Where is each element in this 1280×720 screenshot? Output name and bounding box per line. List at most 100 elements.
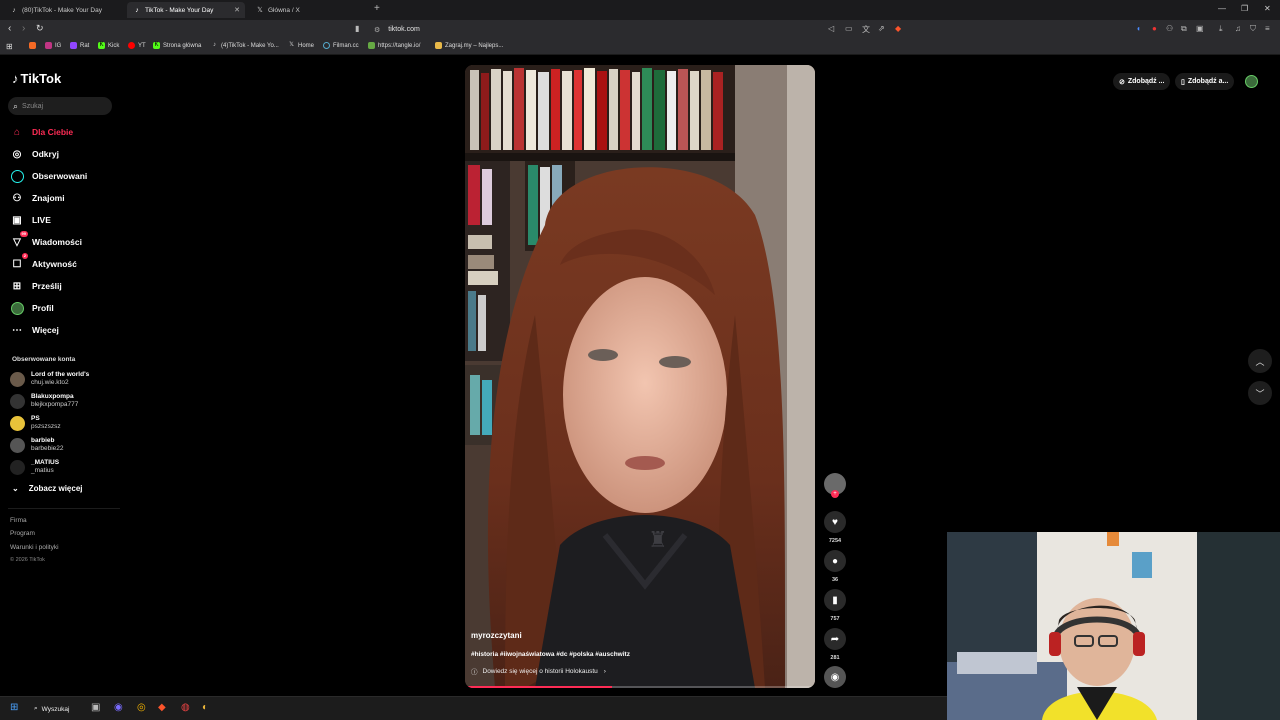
bookmark-item[interactable]: Filman.cc xyxy=(323,42,359,49)
bookmark-icon[interactable]: ▮ xyxy=(355,24,359,33)
app-icon[interactable]: ◉ xyxy=(114,702,123,713)
nav-przeslij[interactable]: ⊞ Prześlij xyxy=(10,279,62,293)
extension-icon[interactable]: ● xyxy=(1152,24,1157,33)
bookmark-item[interactable]: K Kick xyxy=(98,42,119,49)
bookmark-item[interactable]: YT xyxy=(128,42,146,49)
like-button[interactable]: ♥ 7254 xyxy=(824,511,846,544)
get-coins-button[interactable]: ⊘ Zdobądź ... xyxy=(1113,73,1171,90)
footer-link[interactable]: Warunki i polityki xyxy=(10,544,59,551)
bookmark-item[interactable]: https://tangle.io/ xyxy=(368,42,420,49)
next-video-button[interactable]: ﹀ xyxy=(1248,381,1272,405)
extension-icon[interactable]: ◖ xyxy=(1136,24,1141,33)
bookmark-item[interactable] xyxy=(29,42,39,49)
brave-icon[interactable]: ◆ xyxy=(158,702,166,713)
download-icon[interactable]: ⤓ xyxy=(1219,24,1223,34)
app-icon[interactable]: ◍ xyxy=(181,702,190,713)
nav-profil[interactable]: Profil xyxy=(10,301,54,315)
previous-video-button[interactable]: ︿ xyxy=(1248,349,1272,373)
x-logo-icon: 𝕏 xyxy=(289,42,294,48)
url-field[interactable]: ⚙ tiktok.com xyxy=(368,23,908,36)
extension-icon[interactable]: ⚇ xyxy=(1166,24,1173,33)
footer-link[interactable]: Firma xyxy=(10,517,27,524)
extensions-puzzle-icon[interactable]: ⧉ xyxy=(1181,24,1187,34)
profile-avatar[interactable] xyxy=(1245,75,1258,88)
browser-tab-active[interactable]: ♪ TikTok - Make Your Day ✕ xyxy=(127,2,245,18)
browser-tab[interactable]: 𝕏 Główna / X xyxy=(250,2,370,18)
copyright: © 2026 TikTok xyxy=(10,557,45,563)
chevron-down-icon: ﹀ xyxy=(1255,388,1265,399)
back-icon[interactable]: ‹ xyxy=(8,23,11,34)
brave-shield-icon[interactable]: ◆ xyxy=(895,24,901,33)
browser-tab[interactable]: ♪ (80)TikTok - Make Your Day xyxy=(4,2,124,18)
video-player[interactable]: ♜ myrozczytani #historia #iiwojnaświatow… xyxy=(465,65,815,688)
see-more-button[interactable]: ⌄ Zobacz więcej xyxy=(12,484,83,493)
tangle-icon xyxy=(368,42,375,49)
translate-icon[interactable]: 文 xyxy=(862,24,870,35)
nav-znajomi[interactable]: ⚇ Znajomi xyxy=(10,191,65,205)
bookmark-item[interactable]: K Strona główna xyxy=(153,42,201,49)
vpn-icon[interactable]: ⛉ xyxy=(1250,24,1256,34)
cast-icon[interactable]: ▭ xyxy=(845,24,853,33)
close-window-icon[interactable]: ✕ xyxy=(1264,4,1271,13)
following-icon xyxy=(10,169,24,183)
followed-account[interactable]: PS pszszszsz xyxy=(10,415,61,431)
nav-aktywnosc[interactable]: ☐ 2 Aktywność xyxy=(10,253,77,271)
windows-start-icon[interactable]: ⊞ xyxy=(10,702,18,713)
bookmark-item[interactable]: Zagraj.my – Najleps... xyxy=(435,42,503,49)
comment-button[interactable]: ● 36 xyxy=(824,550,846,583)
footer-link[interactable]: Program xyxy=(10,530,35,537)
music-disc[interactable]: ◉ xyxy=(824,666,846,688)
sidebar-icon[interactable]: ▣ xyxy=(1196,24,1204,33)
windows-taskbar: ⊞ ⌕ Wyszukaj ▣ ◉ ◎ ◆ ◍ ◐ xyxy=(0,696,947,720)
forward-icon[interactable]: › xyxy=(22,23,25,34)
task-view-icon[interactable]: ▣ xyxy=(91,702,100,713)
bookmarks-bar: ⊞ IG Rat K Kick YT K Strona główna ♪ (4)Tik… xyxy=(0,39,1280,55)
mute-icon[interactable]: ◁ xyxy=(828,24,834,33)
heart-icon: ♥ xyxy=(824,511,846,533)
tiktok-logo[interactable]: ♪ TikTok xyxy=(12,71,61,86)
share-button[interactable]: ➦ 281 xyxy=(824,628,846,661)
save-button[interactable]: ▮ 757 xyxy=(824,589,846,622)
app-icon[interactable]: ◐ xyxy=(202,702,208,713)
nav-live[interactable]: ▣ LIVE xyxy=(10,213,51,227)
video-username[interactable]: myrozczytani xyxy=(471,631,522,640)
close-tab-icon[interactable]: ✕ xyxy=(234,6,240,14)
creator-avatar[interactable]: + xyxy=(824,473,846,498)
search-input[interactable]: ⌕ Szukaj xyxy=(8,97,112,115)
info-link[interactable]: ⓘ Dowiedz się więcej o historii Holokaus… xyxy=(471,666,606,677)
apps-grid-icon[interactable]: ⊞ xyxy=(6,42,13,51)
share-icon[interactable]: ⇗ xyxy=(878,24,885,33)
nav-odkryj[interactable]: ◎ Odkryj xyxy=(10,147,59,161)
followed-account[interactable]: Lord of the world's chuj.wie.kto2 xyxy=(10,371,89,387)
bookmark-item[interactable]: 𝕏 Home xyxy=(288,42,314,49)
video-progress-bar[interactable] xyxy=(465,686,815,688)
followed-account[interactable]: barbieb barbebie22 xyxy=(10,437,64,453)
nav-obserwowani[interactable]: Obserwowani xyxy=(10,169,87,183)
followed-account[interactable]: Blakuxpompa blejkxpompa777 xyxy=(10,393,78,409)
taskbar-search[interactable]: ⌕ Wyszukaj xyxy=(34,701,69,717)
search-icon: ⌕ xyxy=(13,100,19,111)
nav-wiadomosci[interactable]: ▽ 99 Wiadomości xyxy=(10,231,82,249)
get-app-button[interactable]: ▯ Zdobądź a... xyxy=(1175,73,1235,90)
nav-wiecej[interactable]: ⋯ Więcej xyxy=(10,323,59,337)
reload-icon[interactable]: ↻ xyxy=(36,23,44,34)
video-hashtags[interactable]: #historia #iiwojnaświatowa #dc #polska #… xyxy=(471,651,630,658)
url-text: tiktok.com xyxy=(388,26,420,33)
coin-icon: ⊘ xyxy=(1119,78,1125,86)
new-tab-icon[interactable]: + xyxy=(374,3,380,14)
follow-plus-icon[interactable]: + xyxy=(831,490,839,498)
chrome-icon[interactable]: ◎ xyxy=(137,702,146,713)
bookmark-item[interactable]: Rat xyxy=(70,42,89,49)
notification-badge: 99 xyxy=(19,231,28,237)
nav-dla-ciebie[interactable]: ⌂ Dla Ciebie xyxy=(10,125,73,139)
bookmark-item[interactable]: IG xyxy=(45,42,61,49)
media-icon[interactable]: ♫ xyxy=(1235,24,1241,33)
minimize-icon[interactable]: — xyxy=(1218,4,1226,13)
followed-account[interactable]: _MATIUS _matius xyxy=(10,459,59,475)
bookmark-favicon-icon xyxy=(29,42,36,49)
webcam-feed xyxy=(947,532,1280,720)
site-info-icon[interactable]: ⚙ xyxy=(374,26,380,34)
menu-icon[interactable]: ≡ xyxy=(1265,24,1270,33)
restore-icon[interactable]: ❐ xyxy=(1241,4,1248,13)
bookmark-item[interactable]: ♪ (4)TikTok - Make Yo... xyxy=(211,42,279,49)
